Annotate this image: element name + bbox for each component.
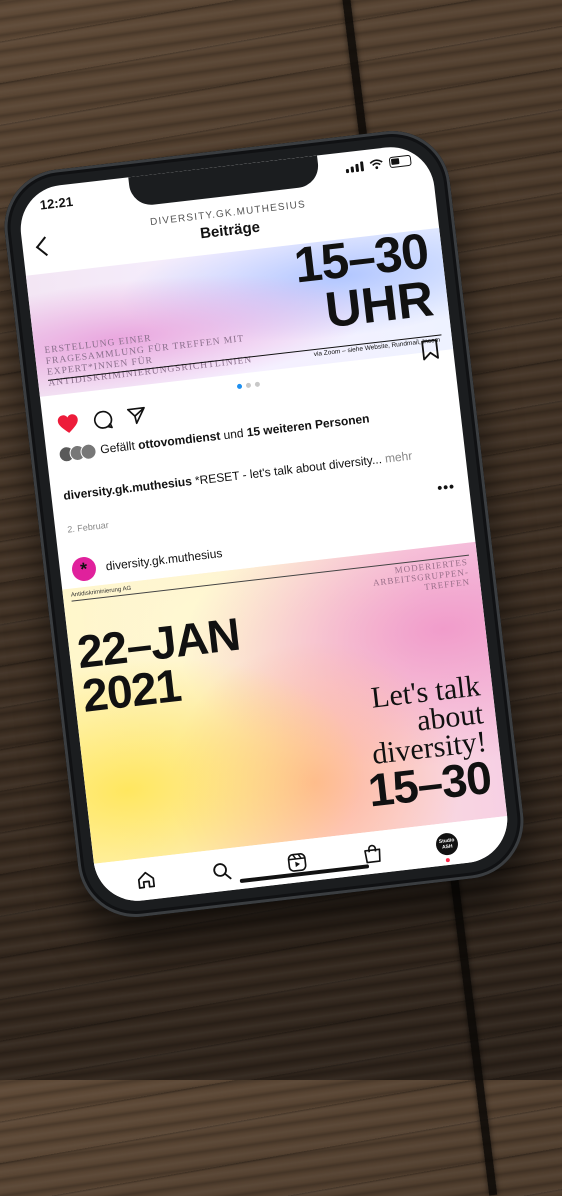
carousel-dot bbox=[254, 381, 260, 388]
post2-tag: Moderiertes Arbeitsgruppen-treffen bbox=[372, 556, 471, 592]
post2-avatar[interactable]: * bbox=[70, 555, 98, 583]
notification-dot bbox=[445, 857, 451, 863]
heart-icon[interactable] bbox=[56, 413, 80, 435]
post2-image[interactable]: Antidiskriminierung AG Moderiertes Arbei… bbox=[62, 541, 508, 864]
post2-date: 22–JAN 2021 bbox=[75, 608, 247, 722]
battery-icon bbox=[388, 154, 412, 169]
more-options-icon[interactable]: ••• bbox=[436, 478, 455, 496]
caption-text: *RESET - let's talk about diversity... bbox=[190, 452, 383, 488]
post2-username[interactable]: diversity.gk.muthesius bbox=[105, 546, 223, 573]
carousel-dot-active bbox=[236, 383, 242, 390]
phone-screen: 12:21 DIVERSITY.GK.MUTHESIUS Beiträge 15… bbox=[16, 142, 512, 906]
caption-username[interactable]: diversity.gk.muthesius bbox=[63, 474, 193, 503]
caption-more-link[interactable]: mehr bbox=[381, 449, 413, 466]
profile-avatar-icon[interactable]: Studio ASH bbox=[434, 831, 460, 857]
status-icons bbox=[345, 154, 412, 174]
post2-time: 15–30 bbox=[365, 750, 494, 817]
signal-icon bbox=[345, 160, 365, 174]
avatar-asterisk: * bbox=[79, 558, 89, 580]
like-avatars bbox=[57, 442, 98, 464]
wifi-icon bbox=[369, 159, 383, 170]
search-icon[interactable] bbox=[211, 860, 233, 882]
comment-icon[interactable] bbox=[92, 409, 114, 431]
shop-icon[interactable] bbox=[362, 843, 384, 865]
reels-icon[interactable] bbox=[286, 851, 308, 873]
share-icon[interactable] bbox=[126, 405, 148, 427]
bookmark-icon[interactable] bbox=[420, 339, 440, 361]
likes-middle: und bbox=[219, 425, 248, 443]
status-time: 12:21 bbox=[39, 193, 74, 213]
post1-date: 2. Februar bbox=[66, 519, 110, 535]
likes-prefix: Gefällt bbox=[99, 438, 139, 457]
post1-uhr-text: UHR bbox=[322, 270, 437, 339]
home-icon[interactable] bbox=[135, 869, 157, 891]
carousel-dot bbox=[245, 382, 251, 389]
post1-description: Erstellung einer Fragesammlung für Treff… bbox=[44, 333, 253, 389]
likes-user[interactable]: ottovomdienst bbox=[137, 429, 221, 452]
phone-device: 12:21 DIVERSITY.GK.MUTHESIUS Beiträge 15… bbox=[0, 124, 530, 924]
notch bbox=[128, 155, 321, 208]
